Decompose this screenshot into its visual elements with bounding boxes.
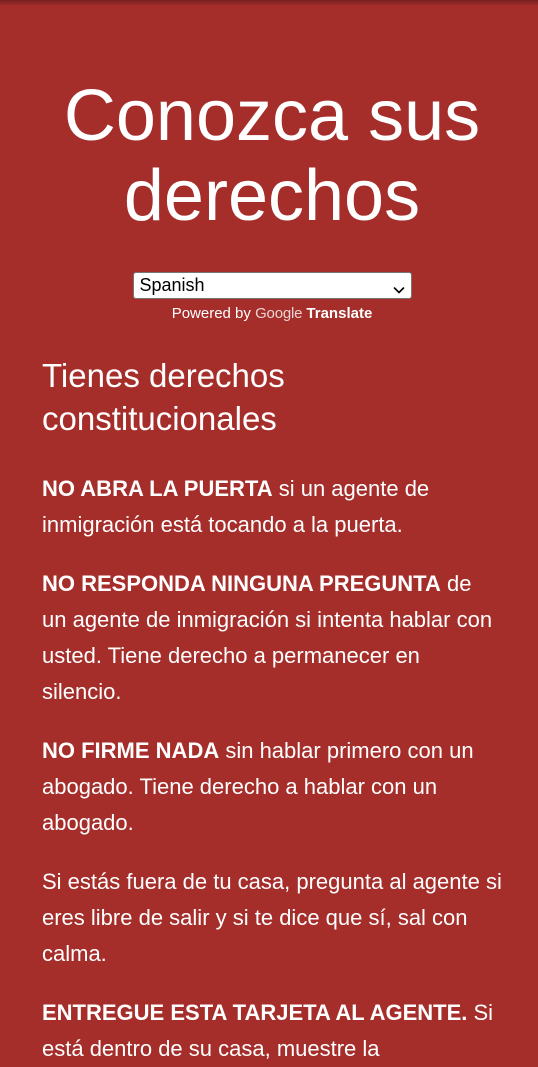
language-select[interactable]: Spanish bbox=[132, 272, 412, 299]
rights-paragraph-bold: ENTREGUE ESTA TARJETA AL AGENTE. bbox=[42, 1000, 468, 1025]
rights-paragraph: NO FIRME NADA sin hablar primero con un … bbox=[42, 733, 502, 841]
powered-by-google-translate: Powered by Google Translate bbox=[42, 304, 502, 324]
chevron-down-icon bbox=[393, 280, 405, 293]
page-content: Conozca sus derechos Spanish Powered by … bbox=[42, 0, 502, 1067]
rights-paragraph-text: Si estás fuera de tu casa, pregunta al a… bbox=[42, 869, 502, 966]
rights-paragraph: NO ABRA LA PUERTA si un agente de inmigr… bbox=[42, 471, 502, 543]
rights-paragraph-bold: NO RESPONDA NINGUNA PREGUNTA bbox=[42, 571, 441, 596]
google-logo[interactable]: Google bbox=[255, 305, 302, 322]
rights-paragraph-bold: NO ABRA LA PUERTA bbox=[42, 476, 273, 501]
google-translate-widget: Spanish Powered by Google Translate bbox=[42, 272, 502, 324]
powered-by-label: Powered by bbox=[171, 305, 251, 322]
language-select-value: Spanish bbox=[139, 275, 205, 295]
rights-paragraph: Si estás fuera de tu casa, pregunta al a… bbox=[42, 864, 502, 972]
rights-paragraph: ENTREGUE ESTA TARJETA AL AGENTE. Si está… bbox=[42, 995, 502, 1067]
rights-paragraph-bold: NO FIRME NADA bbox=[42, 738, 220, 763]
section-heading: Tienes derechos constitucionales bbox=[42, 357, 285, 437]
page-title: Conozca sus derechos bbox=[63, 76, 481, 236]
translate-link[interactable]: Translate bbox=[306, 305, 372, 322]
rights-paragraph: NO RESPONDA NINGUNA PREGUNTA de un agent… bbox=[42, 566, 502, 710]
